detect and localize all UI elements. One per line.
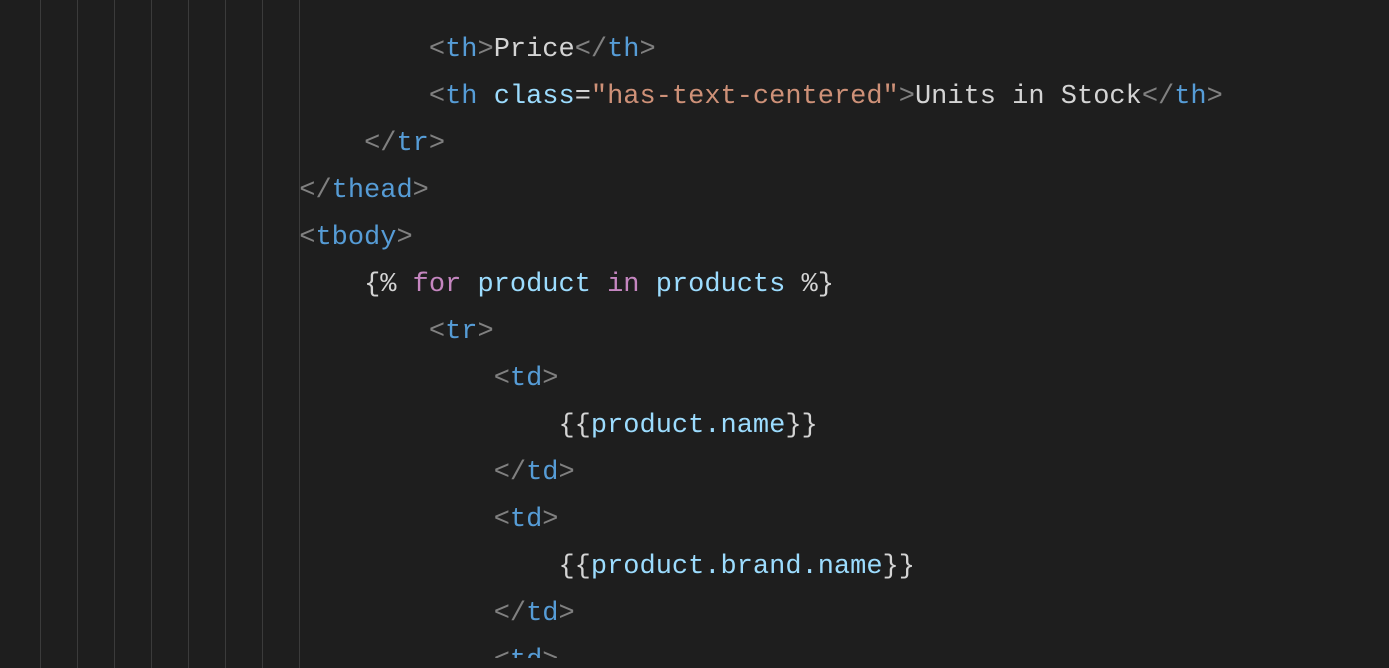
code-line[interactable]: </tr> xyxy=(40,121,1389,168)
code-line[interactable]: </thead> xyxy=(40,168,1389,215)
code-line[interactable]: {{product.brand.name}} xyxy=(40,544,1389,591)
code-line[interactable]: <td> xyxy=(40,497,1389,544)
code-line[interactable]: {% for product in products %} xyxy=(40,262,1389,309)
code-line[interactable]: <th class="has-text-centered">Units in S… xyxy=(40,74,1389,121)
code-line[interactable]: {{product.name}} xyxy=(40,403,1389,450)
code-line[interactable]: <th>Price</th> xyxy=(40,27,1389,74)
code-line[interactable]: <td> xyxy=(40,638,1389,658)
code-line[interactable]: <tbody> xyxy=(40,215,1389,262)
code-line[interactable]: </td> xyxy=(40,450,1389,497)
code-line[interactable]: <th>Brand</th> xyxy=(40,0,1389,7)
code-line[interactable]: </td> xyxy=(40,591,1389,638)
code-area[interactable]: <th>Brand</th> <th>Price</th> <th class=… xyxy=(0,0,1389,658)
code-line[interactable]: <tr> xyxy=(40,309,1389,356)
code-line[interactable]: <td> xyxy=(40,356,1389,403)
code-editor[interactable]: <th>Brand</th> <th>Price</th> <th class=… xyxy=(0,0,1389,668)
